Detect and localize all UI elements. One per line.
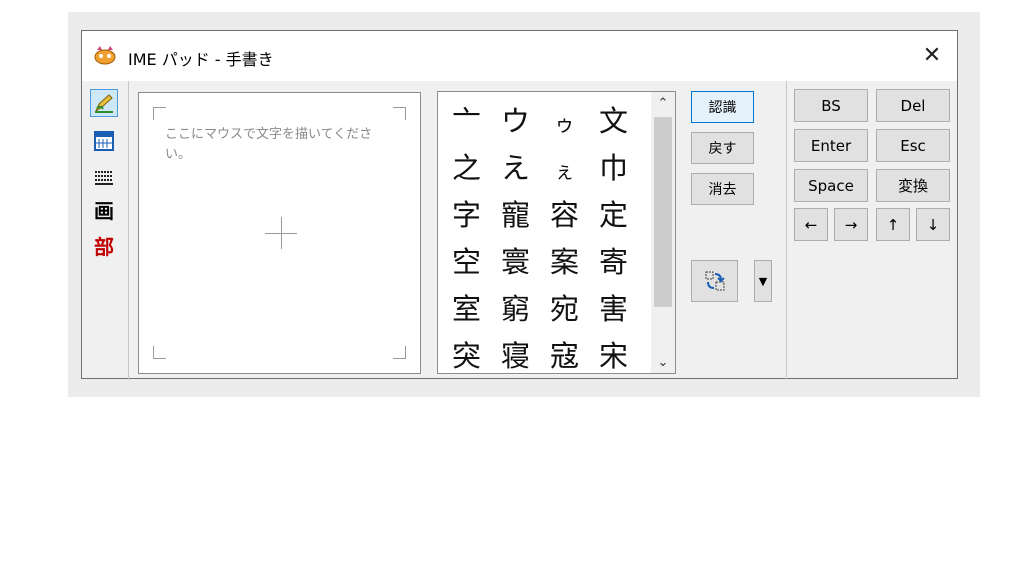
center-cross-mark <box>281 217 282 249</box>
arrow-up-key[interactable]: ↑ <box>876 208 910 241</box>
canvas-hint: ここにマウスで文字を描いてください。 <box>165 127 373 162</box>
candidate-grid: 亠ウゥ文之えぇ巾字寵容定空寰案寄室窮宛害突寝寇宋 <box>438 92 654 373</box>
esc-key[interactable]: Esc <box>876 129 950 162</box>
arrow-right-key[interactable]: → <box>834 208 868 241</box>
candidate-char[interactable]: ゥ <box>540 95 589 142</box>
soft-keyboard-button[interactable] <box>90 163 118 191</box>
stroke-count-button[interactable]: 画 <box>90 197 118 225</box>
ime-app-icon <box>94 46 116 65</box>
candidate-char[interactable]: え <box>491 142 540 189</box>
candidate-char[interactable]: 寰 <box>491 236 540 283</box>
recognize-button[interactable]: 認識 <box>691 91 754 123</box>
candidate-char[interactable]: 案 <box>540 236 589 283</box>
candidate-char[interactable]: ぇ <box>540 142 589 189</box>
conversion-options-button[interactable] <box>691 260 738 302</box>
candidate-char[interactable]: 宛 <box>540 283 589 330</box>
candidate-char[interactable]: 之 <box>442 142 491 189</box>
handwriting-canvas[interactable]: ここにマウスで文字を描いてください。 <box>138 92 421 374</box>
space-key[interactable]: Space <box>794 169 868 202</box>
candidate-char[interactable]: 空 <box>442 236 491 283</box>
scroll-up-button[interactable]: ⌃ <box>651 94 675 114</box>
candidate-char[interactable]: 突 <box>442 330 491 373</box>
bs-key[interactable]: BS <box>794 89 868 122</box>
close-button[interactable]: ✕ <box>917 41 947 71</box>
candidate-list: 亠ウゥ文之えぇ巾字寵容定空寰案寄室窮宛害突寝寇宋 ⌃ ⌄ <box>437 91 676 374</box>
candidate-char[interactable]: 巾 <box>589 142 638 189</box>
candidate-char[interactable]: 寝 <box>491 330 540 373</box>
candidate-char[interactable]: 宋 <box>589 330 638 373</box>
candidate-char[interactable]: ウ <box>491 95 540 142</box>
convert-key[interactable]: 変換 <box>876 169 950 202</box>
radical-button[interactable]: 部 <box>90 233 118 261</box>
candidate-char[interactable]: 文 <box>589 95 638 142</box>
clear-button[interactable]: 消去 <box>691 173 754 205</box>
handwriting-mode-button[interactable] <box>90 89 118 117</box>
candidate-char[interactable]: 字 <box>442 189 491 236</box>
scroll-thumb[interactable] <box>654 117 672 307</box>
canvas-corner-mark <box>393 107 406 120</box>
canvas-corner-mark <box>153 346 166 359</box>
stroke-count-label: 画 <box>94 199 114 223</box>
undo-button[interactable]: 戻す <box>691 132 754 164</box>
del-key[interactable]: Del <box>876 89 950 122</box>
convert-options-icon <box>705 271 725 291</box>
conversion-options-dropdown[interactable]: ▼ <box>754 260 772 302</box>
panel-divider <box>786 81 787 380</box>
candidate-char[interactable]: 寄 <box>589 236 638 283</box>
character-list-button[interactable] <box>90 127 118 155</box>
candidate-char[interactable]: 寵 <box>491 189 540 236</box>
canvas-corner-mark <box>153 107 166 120</box>
radical-label: 部 <box>94 235 114 259</box>
mode-toolbar: 画 部 <box>82 81 129 380</box>
candidate-char[interactable]: 容 <box>540 189 589 236</box>
keyboard-icon <box>95 171 113 185</box>
arrow-left-key[interactable]: ← <box>794 208 828 241</box>
arrow-down-key[interactable]: ↓ <box>916 208 950 241</box>
scroll-down-button[interactable]: ⌄ <box>651 353 675 373</box>
candidate-char[interactable]: 室 <box>442 283 491 330</box>
canvas-corner-mark <box>393 346 406 359</box>
pencil-icon <box>94 94 113 113</box>
enter-key[interactable]: Enter <box>794 129 868 162</box>
candidate-scrollbar[interactable]: ⌃ ⌄ <box>651 92 675 373</box>
window-title: IME パッド - 手書き <box>128 50 274 69</box>
ime-pad-window: IME パッド - 手書き ✕ 画 部 ここにマウスで文字を描いてください。 亠… <box>81 30 958 380</box>
candidate-char[interactable]: 害 <box>589 283 638 330</box>
chevron-down-icon: ▼ <box>758 274 768 288</box>
candidate-char[interactable]: 寇 <box>540 330 589 373</box>
candidate-char[interactable]: 窮 <box>491 283 540 330</box>
character-list-icon <box>94 131 114 151</box>
candidate-char[interactable]: 亠 <box>442 95 491 142</box>
candidate-char[interactable]: 定 <box>589 189 638 236</box>
title-bar: IME パッド - 手書き ✕ <box>82 31 957 81</box>
